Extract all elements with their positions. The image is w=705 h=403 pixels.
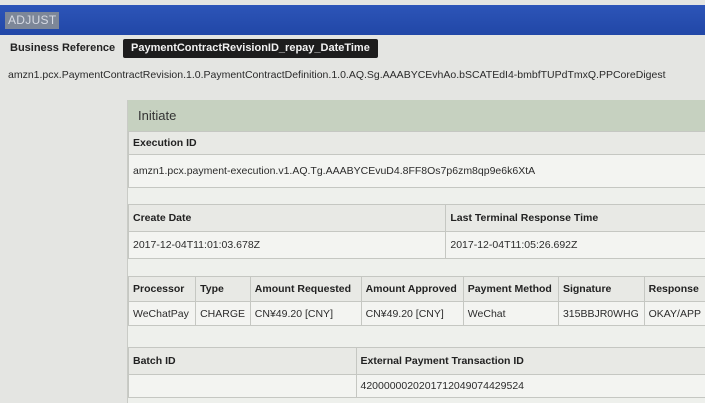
create-date-value: 2017-12-04T11:01:03.678Z: [127, 231, 447, 259]
section-title: Initiate: [138, 108, 177, 123]
execution-id-value: amzn1.pcx.payment-execution.v1.AQ.Tg.AAA…: [128, 154, 705, 188]
title-bar: ADJUST: [0, 5, 705, 35]
amount-approved-header: Amount Approved: [360, 276, 464, 302]
business-reference-row: Business Reference PaymentContractRevisi…: [0, 38, 705, 60]
table-header-row: Processor Type Amount Requested Amount A…: [127, 276, 705, 302]
table-row: WeChatPay CHARGE CN¥49.20 [CNY] CN¥49.20…: [127, 301, 705, 326]
execution-table: Execution ID amzn1.pcx.payment-execution…: [128, 131, 705, 188]
table-row: amzn1.pcx.payment-execution.v1.AQ.Tg.AAA…: [128, 154, 705, 188]
amount-approved-value: CN¥49.20 [CNY]: [360, 301, 464, 326]
processor-header: Processor: [127, 276, 197, 302]
table-header-row: Execution ID: [128, 131, 705, 155]
table-header-row: Create Date Last Terminal Response Time: [127, 204, 705, 232]
business-reference-value[interactable]: PaymentContractRevisionID_repay_DateTime: [123, 39, 378, 58]
processing-table: Processor Type Amount Requested Amount A…: [127, 276, 705, 326]
business-reference-label: Business Reference: [10, 42, 116, 54]
batch-id-header: Batch ID: [128, 347, 357, 375]
section-header[interactable]: Initiate: [128, 100, 705, 132]
dates-table: Create Date Last Terminal Response Time …: [127, 204, 705, 259]
execution-id-header: Execution ID: [128, 131, 705, 155]
external-transaction-id-value: 4200000020201712049074429524: [355, 374, 705, 398]
type-value: CHARGE: [195, 301, 251, 326]
payment-method-header: Payment Method: [462, 276, 559, 302]
payment-method-value: WeChat: [462, 301, 559, 326]
batch-id-value: [128, 374, 357, 398]
external-transaction-id-header: External Payment Transaction ID: [355, 347, 705, 375]
amount-requested-header: Amount Requested: [249, 276, 362, 302]
type-header: Type: [195, 276, 251, 302]
processor-value: WeChatPay: [127, 301, 197, 326]
table-row: 4200000020201712049074429524: [128, 374, 705, 398]
response-header: Response: [643, 276, 705, 302]
revision-id: amzn1.pcx.PaymentContractRevision.1.0.Pa…: [8, 69, 666, 81]
signature-header: Signature: [557, 276, 645, 302]
last-terminal-response-header: Last Terminal Response Time: [445, 204, 705, 232]
last-terminal-response-value: 2017-12-04T11:05:26.692Z: [445, 231, 705, 259]
signature-value: 315BBJR0WHG: [557, 301, 645, 326]
initiate-section: Initiate Execution ID amzn1.pcx.payment-…: [127, 100, 705, 403]
create-date-header: Create Date: [127, 204, 447, 232]
table-header-row: Batch ID External Payment Transaction ID: [128, 347, 705, 375]
amount-requested-value: CN¥49.20 [CNY]: [249, 301, 362, 326]
response-value: OKAY/APP: [643, 301, 705, 326]
batch-table: Batch ID External Payment Transaction ID…: [128, 347, 705, 398]
window-title[interactable]: ADJUST: [5, 12, 60, 29]
table-row: 2017-12-04T11:01:03.678Z 2017-12-04T11:0…: [127, 231, 705, 259]
